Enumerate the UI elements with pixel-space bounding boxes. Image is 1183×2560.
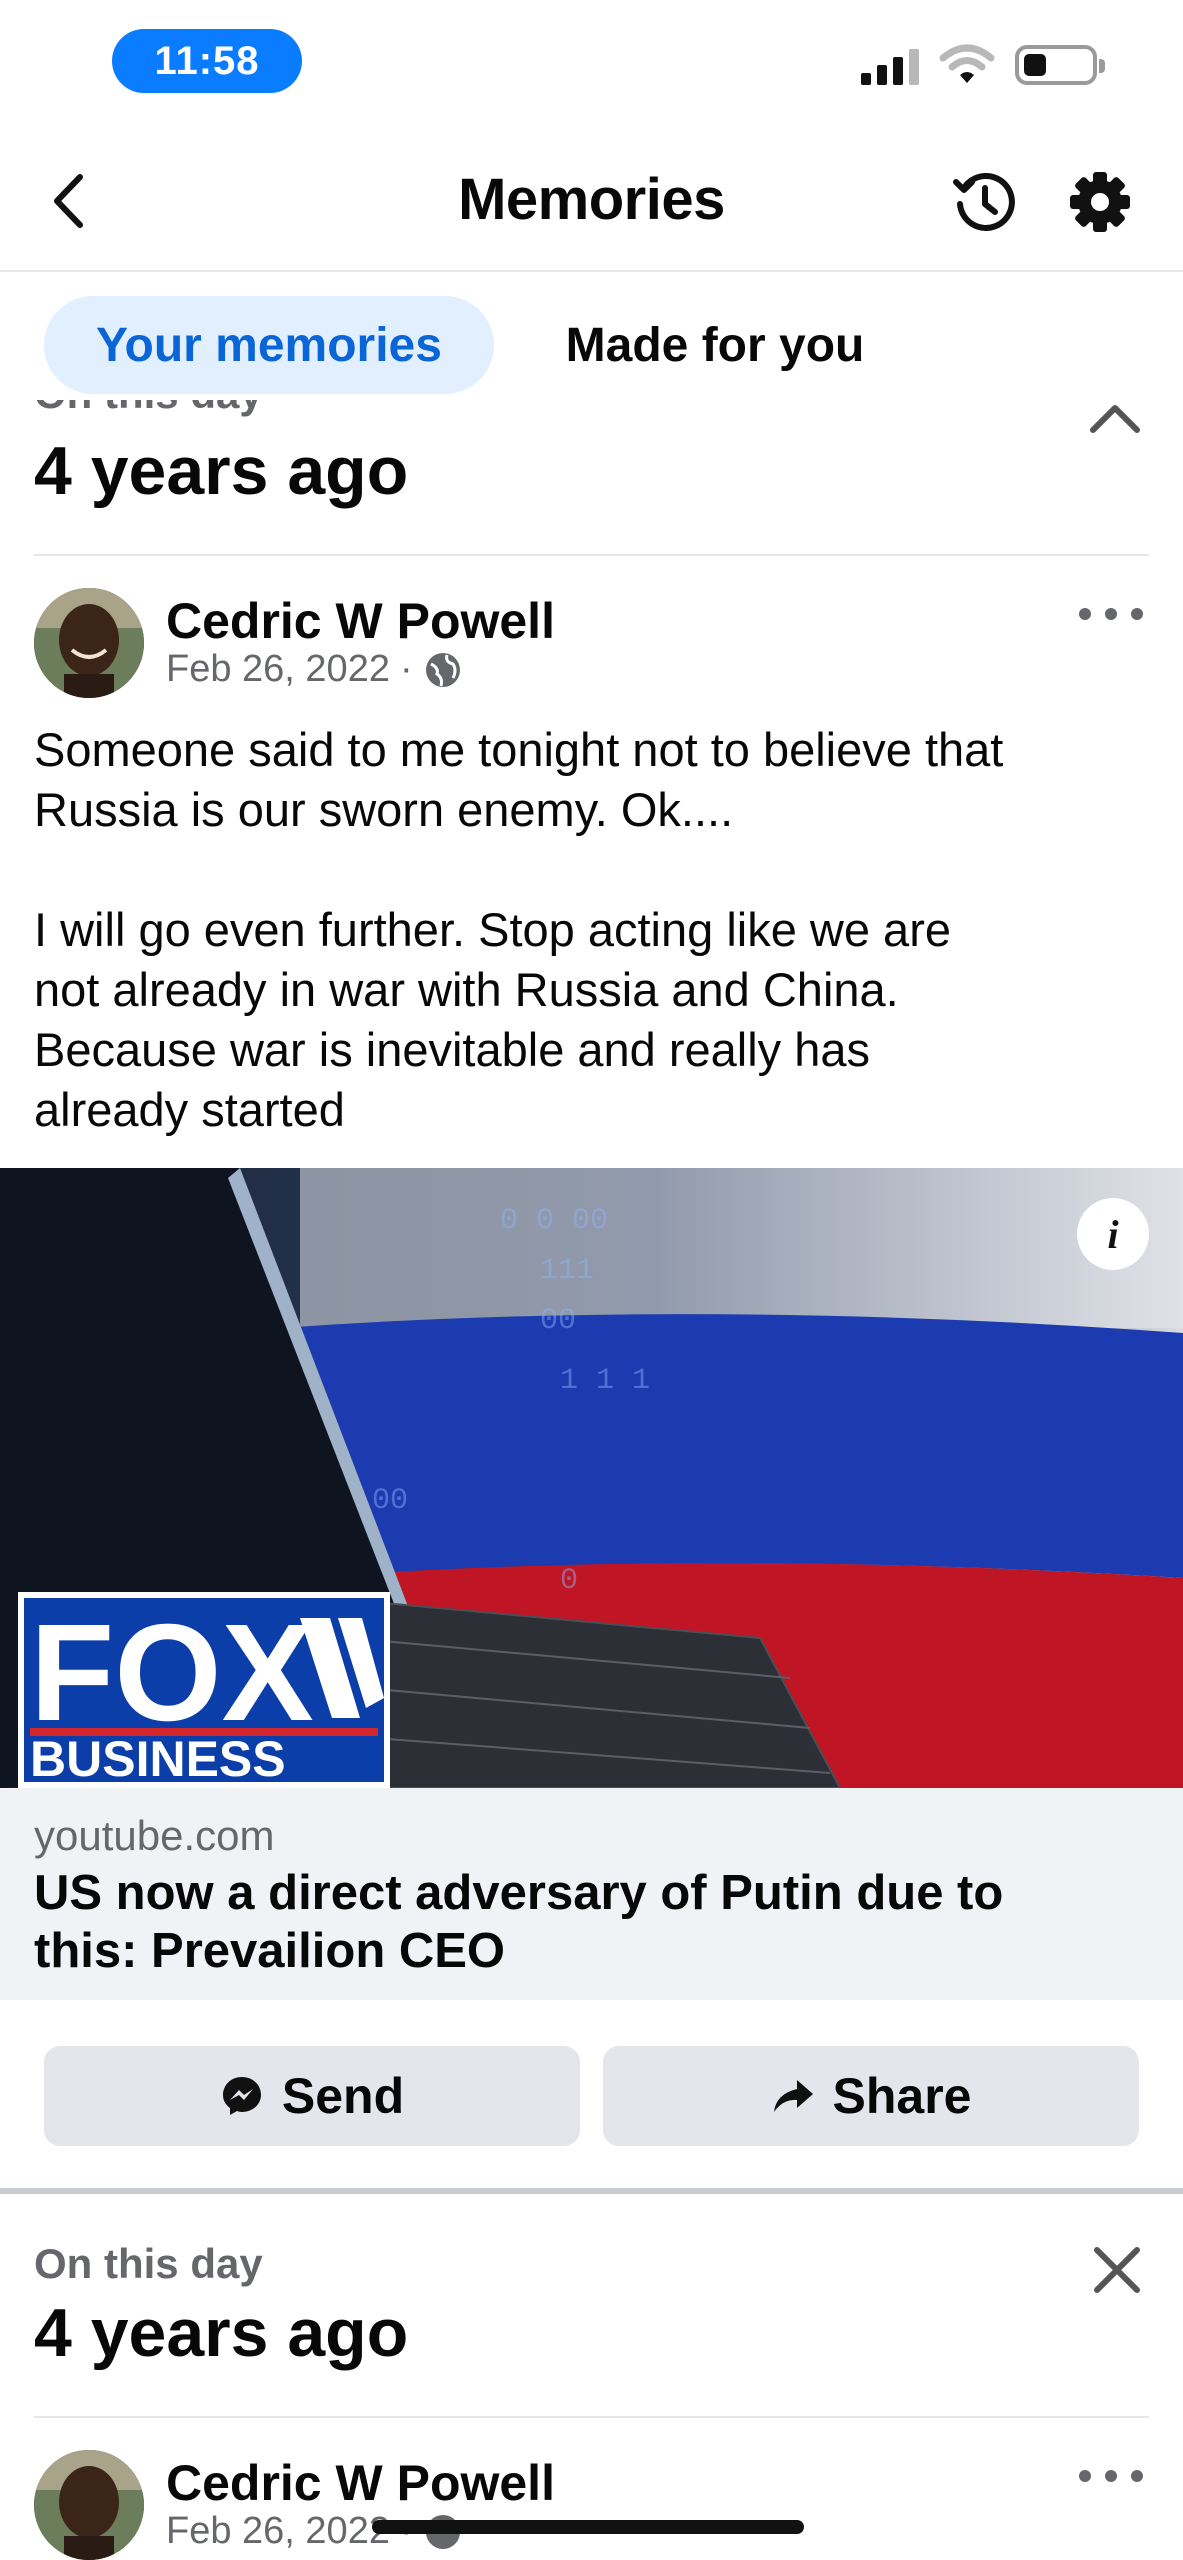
avatar[interactable] [34,588,144,698]
video-thumbnail: 0 0 0011100 1 1 1000 000 FOX BUSINESS [0,1168,1183,1788]
link-title: US now a direct adversary of Putin due t… [34,1864,1144,1980]
post-text-line: I will go even further. Stop acting like… [34,903,951,956]
post-more-button[interactable] [1079,2466,1143,2486]
info-button[interactable]: i [1077,1198,1149,1270]
status-time[interactable]: 11:58 [112,29,302,93]
section-kicker: On this day [34,2240,263,2287]
messenger-icon [222,2077,261,2115]
gear-icon [1070,172,1130,232]
post-text-line [34,840,1154,900]
post-author[interactable]: Cedric W Powell [166,592,555,650]
svg-text:00: 00 [540,1304,576,1338]
tab-made-for-you[interactable]: Made for you [520,296,910,394]
fox-logo-text: FOX [30,1596,314,1750]
post-date[interactable]: Feb 26, 2022 [166,2510,390,2553]
section-divider [0,2188,1183,2194]
memory-section-header: On this day 4 years ago [0,2230,1183,2430]
memories-screen: 11:58 Memories Your memories Made for yo… [0,0,1183,2560]
memories-tabs: Your memories Made for you [0,272,1183,400]
link-preview-image[interactable]: 0 0 0011100 1 1 1000 000 FOX BUSINESS i [0,1168,1183,1788]
share-button[interactable]: Share [603,2046,1139,2146]
share-arrow-icon [773,2080,813,2112]
post-text: Someone said to me tonight not to believ… [34,720,1154,1140]
divider [34,554,1149,556]
globe-icon [425,652,460,687]
post-text-line: Because war is inevitable and really has [34,1023,871,1076]
post-more-button[interactable] [1079,604,1143,624]
post-author[interactable]: Cedric W Powell [166,2454,555,2512]
top-nav-bar: Memories [0,130,1183,272]
tab-your-memories[interactable]: Your memories [44,296,494,394]
svg-text:0: 0 [560,1564,578,1598]
link-preview-caption[interactable]: youtube.com US now a direct adversary of… [0,1788,1183,2000]
post-date[interactable]: Feb 26, 2022 [166,648,390,691]
send-button[interactable]: Send [44,2046,580,2146]
link-domain: youtube.com [34,1812,275,1859]
send-label: Send [281,2068,405,2124]
avatar[interactable] [34,2450,144,2560]
link-title-line: this: Prevailion CEO [34,1924,506,1978]
home-indicator[interactable] [372,2520,804,2534]
post-text-line: Russia is our sworn enemy. Ok.... [34,783,734,836]
cellular-signal-icon [861,45,919,85]
close-icon[interactable] [1087,2240,1147,2300]
post-meta: Feb 26, 2022 · [166,648,463,691]
post-text-line: Someone said to me tonight not to believ… [34,723,1004,776]
wifi-icon [939,44,995,83]
share-label: Share [832,2068,972,2124]
post-text-line: already started [34,1083,345,1136]
status-icons [861,44,1105,86]
settings-button[interactable] [1068,170,1132,234]
status-bar: 11:58 [0,0,1183,130]
link-title-line: US now a direct adversary of Putin due t… [34,1866,1004,1920]
history-clock-icon [953,173,1015,231]
history-button[interactable] [952,170,1016,234]
svg-text:1 1 1: 1 1 1 [560,1364,650,1398]
divider [34,2416,1149,2418]
business-logo-text: BUSINESS [30,1731,286,1787]
post-text-line: not already in war with Russia and China… [34,963,899,1016]
meta-separator: · [399,648,413,690]
battery-icon [1015,45,1105,85]
section-title: 4 years ago [34,2295,409,2371]
section-title: 4 years ago [34,433,409,509]
svg-text:111: 111 [540,1254,594,1288]
svg-text:0 0 00: 0 0 00 [500,1204,608,1238]
